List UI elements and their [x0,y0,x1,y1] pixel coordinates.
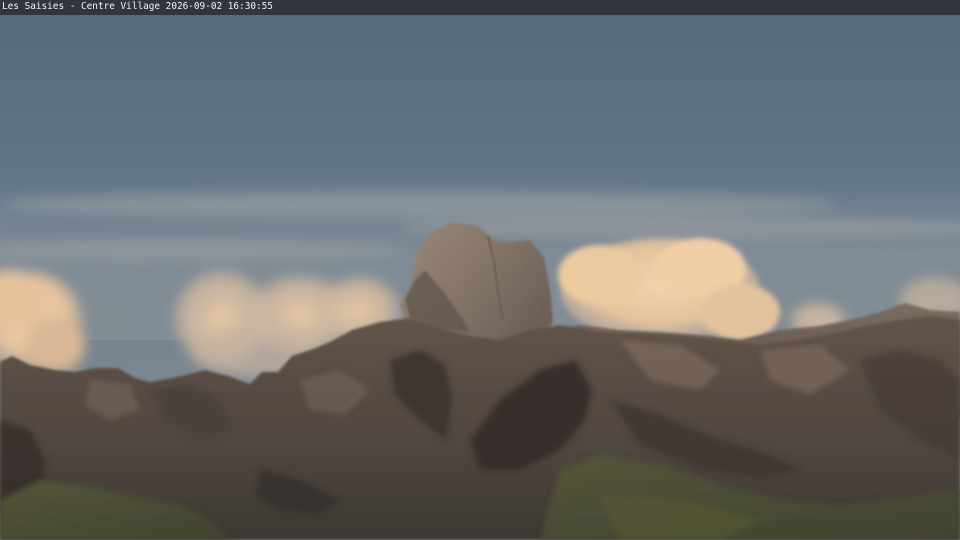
webcam-caption: Les Saisies - Centre Village 2026-09-02 … [2,1,273,12]
mountain-scene [0,0,960,540]
webcam-frame: Les Saisies - Centre Village 2026-09-02 … [0,0,960,540]
webcam-caption-bar: Les Saisies - Centre Village 2026-09-02 … [0,0,960,15]
